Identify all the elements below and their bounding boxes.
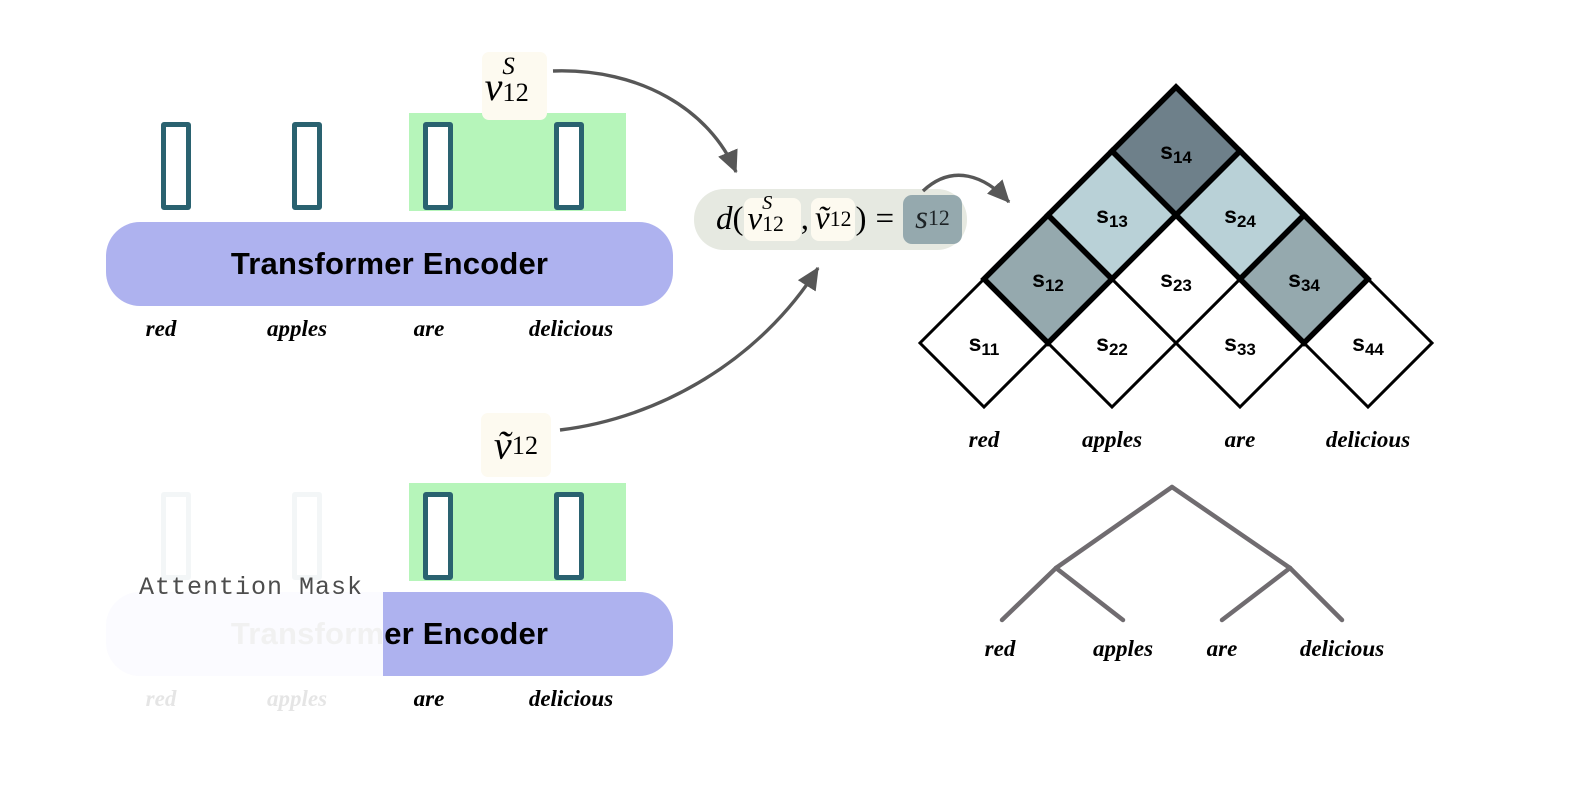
bottom-word-apples: apples	[266, 686, 328, 711]
top-word-delicious: delicious	[528, 316, 614, 341]
chart-cells: s11 s22 s33 s44s12 s23 s34s13 s24s14	[917, 83, 1435, 410]
branch-root-left	[1053, 484, 1175, 571]
top-word-apples: apples	[266, 316, 328, 341]
bottom-vector-base: ṽ	[493, 422, 512, 468]
formula-arg1-subscript: 12	[762, 212, 784, 237]
branch-root-right	[1169, 484, 1293, 571]
formula-arg1-scripts: S 12	[762, 192, 797, 237]
formula-arg2-subscript: 12	[829, 207, 852, 231]
parse-tree-svg: red apples are delicious	[985, 484, 1385, 661]
attention-mask-caption: Attention Mask	[139, 573, 364, 602]
chart-tick-label-red: red	[969, 427, 1000, 452]
formula-close-paren: )	[855, 201, 867, 237]
formula-arg2-chip: ṽ 12	[811, 198, 856, 241]
top-vector-label-chip: v S 12	[482, 52, 547, 120]
top-transformer-encoder-bar: Transformer Encoder	[106, 222, 673, 306]
top-vector-scripts: S 12	[502, 53, 544, 108]
top-token-box-red	[161, 122, 191, 210]
formula-arg1-chip: v S 12	[743, 192, 801, 241]
tree-leaf-apples: apples	[1093, 636, 1153, 661]
chart-tick-labels: red apples are delicious	[969, 427, 1411, 452]
top-transformer-encoder-label: Transformer Encoder	[230, 246, 549, 281]
bottom-transformer-encoder-label: Transformer Encoder	[383, 616, 549, 651]
top-word-red: red	[145, 316, 177, 341]
tree-leaf-red: red	[985, 636, 1016, 661]
top-token-box-delicious	[554, 122, 584, 210]
tree-leaf-are: are	[1207, 636, 1238, 661]
branch-leaf-delicious	[1287, 565, 1345, 623]
bottom-token-box-red	[161, 492, 191, 580]
bottom-token-box-are	[423, 492, 453, 580]
span-score-chart: s11 s22 s33 s44 s12 s23 s34 s13 s24 s14 red apples…	[916, 55, 1436, 452]
bottom-vector-label-chip: ṽ 12	[481, 413, 551, 477]
bottom-token-box-delicious	[554, 492, 584, 580]
bottom-token-box-apples	[292, 492, 322, 580]
branch-leaf-red	[999, 565, 1059, 623]
bottom-word-red: red	[145, 686, 177, 711]
chart-tick-label-apples: apples	[1082, 427, 1142, 452]
formula-equals: =	[875, 201, 895, 237]
top-token-box-are	[423, 122, 453, 210]
formula-d: d	[716, 201, 733, 237]
parse-tree-leaf-labels: red apples are delicious	[985, 636, 1385, 661]
bottom-encoder-bar-fill: Transformer Encoder	[383, 592, 673, 676]
diagram-canvas: Transformer Encoder red apples are delic…	[0, 0, 1574, 806]
tree-leaf-delicious: delicious	[1300, 636, 1384, 661]
branch-leaf-apples	[1053, 565, 1126, 623]
top-vector-subscript: 12	[502, 77, 529, 108]
parse-tree: red apples are delicious	[960, 478, 1430, 668]
chart-tick-label-are: are	[1225, 427, 1256, 452]
formula-arg2-base: ṽ	[815, 201, 830, 237]
bottom-vector-subscript: 12	[511, 429, 539, 460]
top-word-are: are	[413, 316, 445, 341]
formula-arg1-base: v	[747, 201, 763, 237]
span-score-chart-svg: s11 s22 s33 s44s12 s23 s34s13 s24s14 red apples…	[917, 83, 1435, 452]
formula-open-paren: (	[732, 201, 744, 237]
chart-tick-label-delicious: delicious	[1326, 427, 1410, 452]
top-vector-base: v	[484, 63, 503, 109]
top-token-box-apples	[292, 122, 322, 210]
bottom-word-are: are	[413, 686, 445, 711]
formula-comma: ,	[800, 201, 810, 237]
bottom-transformer-encoder-bar: Transformer Encoder	[383, 592, 673, 676]
bottom-word-delicious: delicious	[528, 686, 614, 711]
parse-tree-branches	[999, 484, 1345, 623]
branch-leaf-are	[1219, 565, 1293, 623]
